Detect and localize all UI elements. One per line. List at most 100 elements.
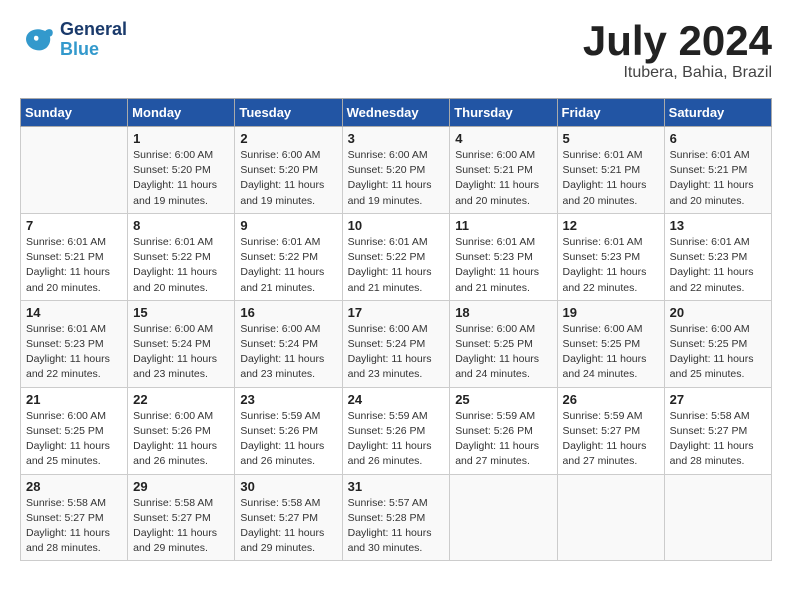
day-info: Sunrise: 6:00 AM Sunset: 5:24 PM Dayligh…	[133, 322, 229, 383]
day-info: Sunrise: 6:01 AM Sunset: 5:22 PM Dayligh…	[133, 235, 229, 296]
logo-general: General	[60, 20, 127, 40]
col-saturday: Saturday	[664, 99, 771, 127]
day-info: Sunrise: 5:57 AM Sunset: 5:28 PM Dayligh…	[348, 496, 445, 557]
calendar-cell: 23 Sunrise: 5:59 AM Sunset: 5:26 PM Dayli…	[235, 387, 342, 474]
calendar-cell: 1 Sunrise: 6:00 AM Sunset: 5:20 PM Daylig…	[128, 127, 235, 214]
calendar-cell: 13 Sunrise: 6:01 AM Sunset: 5:23 PM Dayli…	[664, 213, 771, 300]
day-number: 30	[240, 479, 336, 494]
calendar-cell: 4Sunrise: 6:00 AM Sunset: 5:21 PM Daylig…	[450, 127, 557, 214]
calendar-cell: 9 Sunrise: 6:01 AM Sunset: 5:22 PM Daylig…	[235, 213, 342, 300]
day-number: 23	[240, 392, 336, 407]
calendar-cell	[450, 474, 557, 561]
title-section: July 2024 Itubera, Bahia, Brazil	[583, 20, 772, 82]
calendar-cell: 22Sunrise: 6:00 AM Sunset: 5:26 PM Dayli…	[128, 387, 235, 474]
day-info: Sunrise: 6:00 AM Sunset: 5:20 PM Dayligh…	[240, 148, 336, 209]
calendar-cell: 11 Sunrise: 6:01 AM Sunset: 5:23 PM Dayli…	[450, 213, 557, 300]
logo: General Blue	[20, 20, 127, 60]
day-info: Sunrise: 6:00 AM Sunset: 5:21 PM Dayligh…	[455, 148, 551, 209]
calendar-cell	[557, 474, 664, 561]
calendar-cell: 20 Sunrise: 6:00 AM Sunset: 5:25 PM Dayli…	[664, 300, 771, 387]
day-info: Sunrise: 5:59 AM Sunset: 5:26 PM Dayligh…	[455, 409, 551, 470]
day-number: 2	[240, 131, 336, 146]
logo-text: General Blue	[60, 20, 127, 60]
day-info: Sunrise: 6:00 AM Sunset: 5:25 PM Dayligh…	[455, 322, 551, 383]
calendar-cell: 21 Sunrise: 6:00 AM Sunset: 5:25 PM Dayli…	[21, 387, 128, 474]
calendar-week-5: 28 Sunrise: 5:58 AM Sunset: 5:27 PM Dayli…	[21, 474, 772, 561]
day-number: 5	[563, 131, 659, 146]
day-number: 21	[26, 392, 122, 407]
col-sunday: Sunday	[21, 99, 128, 127]
day-number: 9	[240, 218, 336, 233]
day-info: Sunrise: 5:58 AM Sunset: 5:27 PM Dayligh…	[133, 496, 229, 557]
calendar-cell: 3 Sunrise: 6:00 AM Sunset: 5:20 PM Daylig…	[342, 127, 450, 214]
day-info: Sunrise: 6:01 AM Sunset: 5:22 PM Dayligh…	[240, 235, 336, 296]
day-number: 1	[133, 131, 229, 146]
day-number: 14	[26, 305, 122, 320]
day-info: Sunrise: 5:58 AM Sunset: 5:27 PM Dayligh…	[26, 496, 122, 557]
col-friday: Friday	[557, 99, 664, 127]
day-number: 29	[133, 479, 229, 494]
calendar-cell: 12Sunrise: 6:01 AM Sunset: 5:23 PM Dayli…	[557, 213, 664, 300]
logo-blue: Blue	[60, 40, 127, 60]
calendar-cell: 14 Sunrise: 6:01 AM Sunset: 5:23 PM Dayli…	[21, 300, 128, 387]
calendar-cell: 31Sunrise: 5:57 AM Sunset: 5:28 PM Dayli…	[342, 474, 450, 561]
calendar-cell: 24 Sunrise: 5:59 AM Sunset: 5:26 PM Dayli…	[342, 387, 450, 474]
day-number: 17	[348, 305, 445, 320]
day-info: Sunrise: 6:01 AM Sunset: 5:23 PM Dayligh…	[455, 235, 551, 296]
calendar-cell: 7 Sunrise: 6:01 AM Sunset: 5:21 PM Daylig…	[21, 213, 128, 300]
day-info: Sunrise: 6:01 AM Sunset: 5:23 PM Dayligh…	[670, 235, 766, 296]
calendar-cell: 25 Sunrise: 5:59 AM Sunset: 5:26 PM Dayli…	[450, 387, 557, 474]
day-number: 13	[670, 218, 766, 233]
day-number: 25	[455, 392, 551, 407]
day-info: Sunrise: 5:59 AM Sunset: 5:27 PM Dayligh…	[563, 409, 659, 470]
day-info: Sunrise: 5:59 AM Sunset: 5:26 PM Dayligh…	[348, 409, 445, 470]
day-info: Sunrise: 5:59 AM Sunset: 5:26 PM Dayligh…	[240, 409, 336, 470]
day-info: Sunrise: 6:01 AM Sunset: 5:21 PM Dayligh…	[26, 235, 122, 296]
calendar-week-1: 1 Sunrise: 6:00 AM Sunset: 5:20 PM Daylig…	[21, 127, 772, 214]
day-number: 28	[26, 479, 122, 494]
calendar-cell: 2 Sunrise: 6:00 AM Sunset: 5:20 PM Daylig…	[235, 127, 342, 214]
day-number: 12	[563, 218, 659, 233]
day-number: 7	[26, 218, 122, 233]
calendar-cell: 5 Sunrise: 6:01 AM Sunset: 5:21 PM Daylig…	[557, 127, 664, 214]
calendar-cell: 16Sunrise: 6:00 AM Sunset: 5:24 PM Dayli…	[235, 300, 342, 387]
day-info: Sunrise: 6:01 AM Sunset: 5:22 PM Dayligh…	[348, 235, 445, 296]
day-info: Sunrise: 5:58 AM Sunset: 5:27 PM Dayligh…	[240, 496, 336, 557]
calendar-cell: 15 Sunrise: 6:00 AM Sunset: 5:24 PM Dayli…	[128, 300, 235, 387]
day-info: Sunrise: 6:00 AM Sunset: 5:25 PM Dayligh…	[26, 409, 122, 470]
month-title: July 2024	[583, 20, 772, 62]
calendar-week-4: 21 Sunrise: 6:00 AM Sunset: 5:25 PM Dayli…	[21, 387, 772, 474]
day-info: Sunrise: 6:00 AM Sunset: 5:20 PM Dayligh…	[133, 148, 229, 209]
calendar-body: 1 Sunrise: 6:00 AM Sunset: 5:20 PM Daylig…	[21, 127, 772, 561]
day-number: 27	[670, 392, 766, 407]
day-info: Sunrise: 6:01 AM Sunset: 5:21 PM Dayligh…	[563, 148, 659, 209]
day-info: Sunrise: 6:00 AM Sunset: 5:26 PM Dayligh…	[133, 409, 229, 470]
col-wednesday: Wednesday	[342, 99, 450, 127]
calendar-table: Sunday Monday Tuesday Wednesday Thursday…	[20, 98, 772, 561]
day-info: Sunrise: 6:00 AM Sunset: 5:24 PM Dayligh…	[240, 322, 336, 383]
calendar-cell: 28 Sunrise: 5:58 AM Sunset: 5:27 PM Dayli…	[21, 474, 128, 561]
day-info: Sunrise: 6:00 AM Sunset: 5:20 PM Dayligh…	[348, 148, 445, 209]
calendar-cell: 30 Sunrise: 5:58 AM Sunset: 5:27 PM Dayli…	[235, 474, 342, 561]
calendar-cell: 27Sunrise: 5:58 AM Sunset: 5:27 PM Dayli…	[664, 387, 771, 474]
calendar-cell: 18Sunrise: 6:00 AM Sunset: 5:25 PM Dayli…	[450, 300, 557, 387]
day-number: 8	[133, 218, 229, 233]
day-number: 11	[455, 218, 551, 233]
logo-icon	[20, 22, 56, 58]
col-thursday: Thursday	[450, 99, 557, 127]
day-number: 20	[670, 305, 766, 320]
day-info: Sunrise: 6:00 AM Sunset: 5:25 PM Dayligh…	[670, 322, 766, 383]
day-number: 24	[348, 392, 445, 407]
calendar-cell: 19Sunrise: 6:00 AM Sunset: 5:25 PM Dayli…	[557, 300, 664, 387]
col-monday: Monday	[128, 99, 235, 127]
calendar-cell: 10Sunrise: 6:01 AM Sunset: 5:22 PM Dayli…	[342, 213, 450, 300]
day-number: 3	[348, 131, 445, 146]
day-number: 15	[133, 305, 229, 320]
location: Itubera, Bahia, Brazil	[583, 64, 772, 82]
day-info: Sunrise: 6:01 AM Sunset: 5:23 PM Dayligh…	[26, 322, 122, 383]
day-number: 26	[563, 392, 659, 407]
day-info: Sunrise: 6:00 AM Sunset: 5:25 PM Dayligh…	[563, 322, 659, 383]
calendar-cell	[21, 127, 128, 214]
header-row: Sunday Monday Tuesday Wednesday Thursday…	[21, 99, 772, 127]
calendar-cell: 29 Sunrise: 5:58 AM Sunset: 5:27 PM Dayli…	[128, 474, 235, 561]
